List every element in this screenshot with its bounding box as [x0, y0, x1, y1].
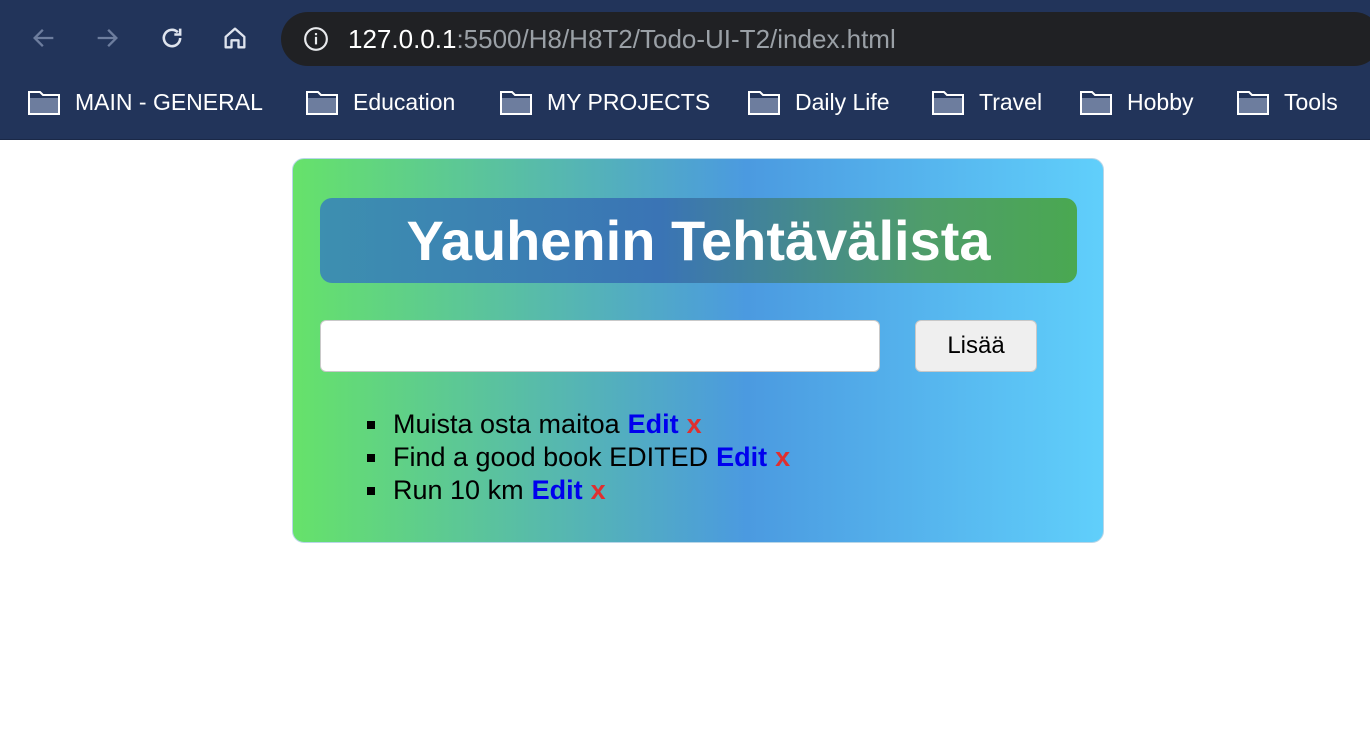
folder-icon — [748, 91, 780, 115]
bookmarks-bar: MAIN - GENERAL Education MY PROJECTS Dai… — [0, 80, 1370, 124]
bookmark-education[interactable]: Education — [305, 86, 455, 118]
todo-item: Muista osta maitoa Edit x — [367, 408, 790, 441]
home-button[interactable] — [217, 20, 253, 56]
delete-link[interactable]: x — [591, 475, 606, 505]
bookmark-label: Daily Life — [795, 88, 890, 115]
todo-text: Muista osta maitoa — [393, 409, 620, 439]
todo-item: Run 10 km Edit x — [367, 474, 790, 507]
todo-text: Find a good book EDITED — [393, 442, 709, 472]
reload-button[interactable] — [154, 20, 190, 56]
forward-button[interactable] — [89, 20, 125, 56]
todo-item: Find a good book EDITED Edit x — [367, 441, 790, 474]
address-bar[interactable]: 127.0.0.1:5500/H8/H8T2/Todo-UI-T2/index.… — [281, 12, 1370, 66]
edit-link[interactable]: Edit — [532, 475, 583, 505]
new-task-input[interactable] — [320, 320, 880, 372]
bookmark-hobby[interactable]: Hobby — [1079, 86, 1193, 118]
home-icon — [224, 27, 246, 49]
bookmark-label: Education — [353, 88, 456, 115]
delete-link[interactable]: x — [687, 409, 702, 439]
folder-icon — [500, 91, 532, 115]
reload-icon — [162, 28, 182, 48]
bookmark-main-general[interactable]: MAIN - GENERAL — [27, 86, 263, 118]
delete-link[interactable]: x — [775, 442, 790, 472]
folder-icon — [28, 91, 60, 115]
todo-text: Run 10 km — [393, 475, 524, 505]
bookmark-label: Tools — [1284, 88, 1338, 115]
bookmark-label: Hobby — [1127, 88, 1194, 115]
url-path: :5500/H8/H8T2/Todo-UI-T2/index.html — [456, 24, 896, 54]
folder-icon — [932, 91, 964, 115]
browser-toolbar: 127.0.0.1:5500/H8/H8T2/Todo-UI-T2/index.… — [0, 0, 1370, 76]
bookmark-daily-life[interactable]: Daily Life — [747, 86, 890, 118]
bookmark-label: MAIN - GENERAL — [75, 88, 263, 115]
folder-icon — [1237, 91, 1269, 115]
browser-chrome: 127.0.0.1:5500/H8/H8T2/Todo-UI-T2/index.… — [0, 0, 1370, 140]
back-button[interactable] — [26, 20, 62, 56]
back-arrow-icon — [33, 29, 54, 47]
todo-card: Yauhenin Tehtävälista Lisää Muista osta … — [292, 158, 1104, 543]
bookmark-label: MY PROJECTS — [547, 88, 711, 115]
info-icon[interactable] — [303, 26, 329, 52]
page-title: Yauhenin Tehtävälista — [406, 209, 991, 272]
bookmark-my-projects[interactable]: MY PROJECTS — [499, 86, 710, 118]
folder-icon — [306, 91, 338, 115]
bookmark-label: Travel — [979, 88, 1043, 115]
bullet-icon — [367, 487, 375, 495]
title-banner: Yauhenin Tehtävälista — [320, 198, 1077, 283]
add-task-button[interactable]: Lisää — [915, 320, 1037, 372]
edit-link[interactable]: Edit — [628, 409, 679, 439]
todo-list: Muista osta maitoa Edit x Find a good book… — [367, 408, 790, 507]
folder-icon — [1080, 91, 1112, 115]
bookmark-tools[interactable]: Tools — [1236, 86, 1338, 118]
url-host: 127.0.0.1 — [348, 24, 457, 54]
forward-arrow-icon — [97, 29, 118, 47]
url-text[interactable]: 127.0.0.1:5500/H8/H8T2/Todo-UI-T2/index.… — [348, 24, 896, 54]
bullet-icon — [367, 421, 375, 429]
edit-link[interactable]: Edit — [716, 442, 767, 472]
bullet-icon — [367, 454, 375, 462]
bookmark-travel[interactable]: Travel — [931, 86, 1042, 118]
